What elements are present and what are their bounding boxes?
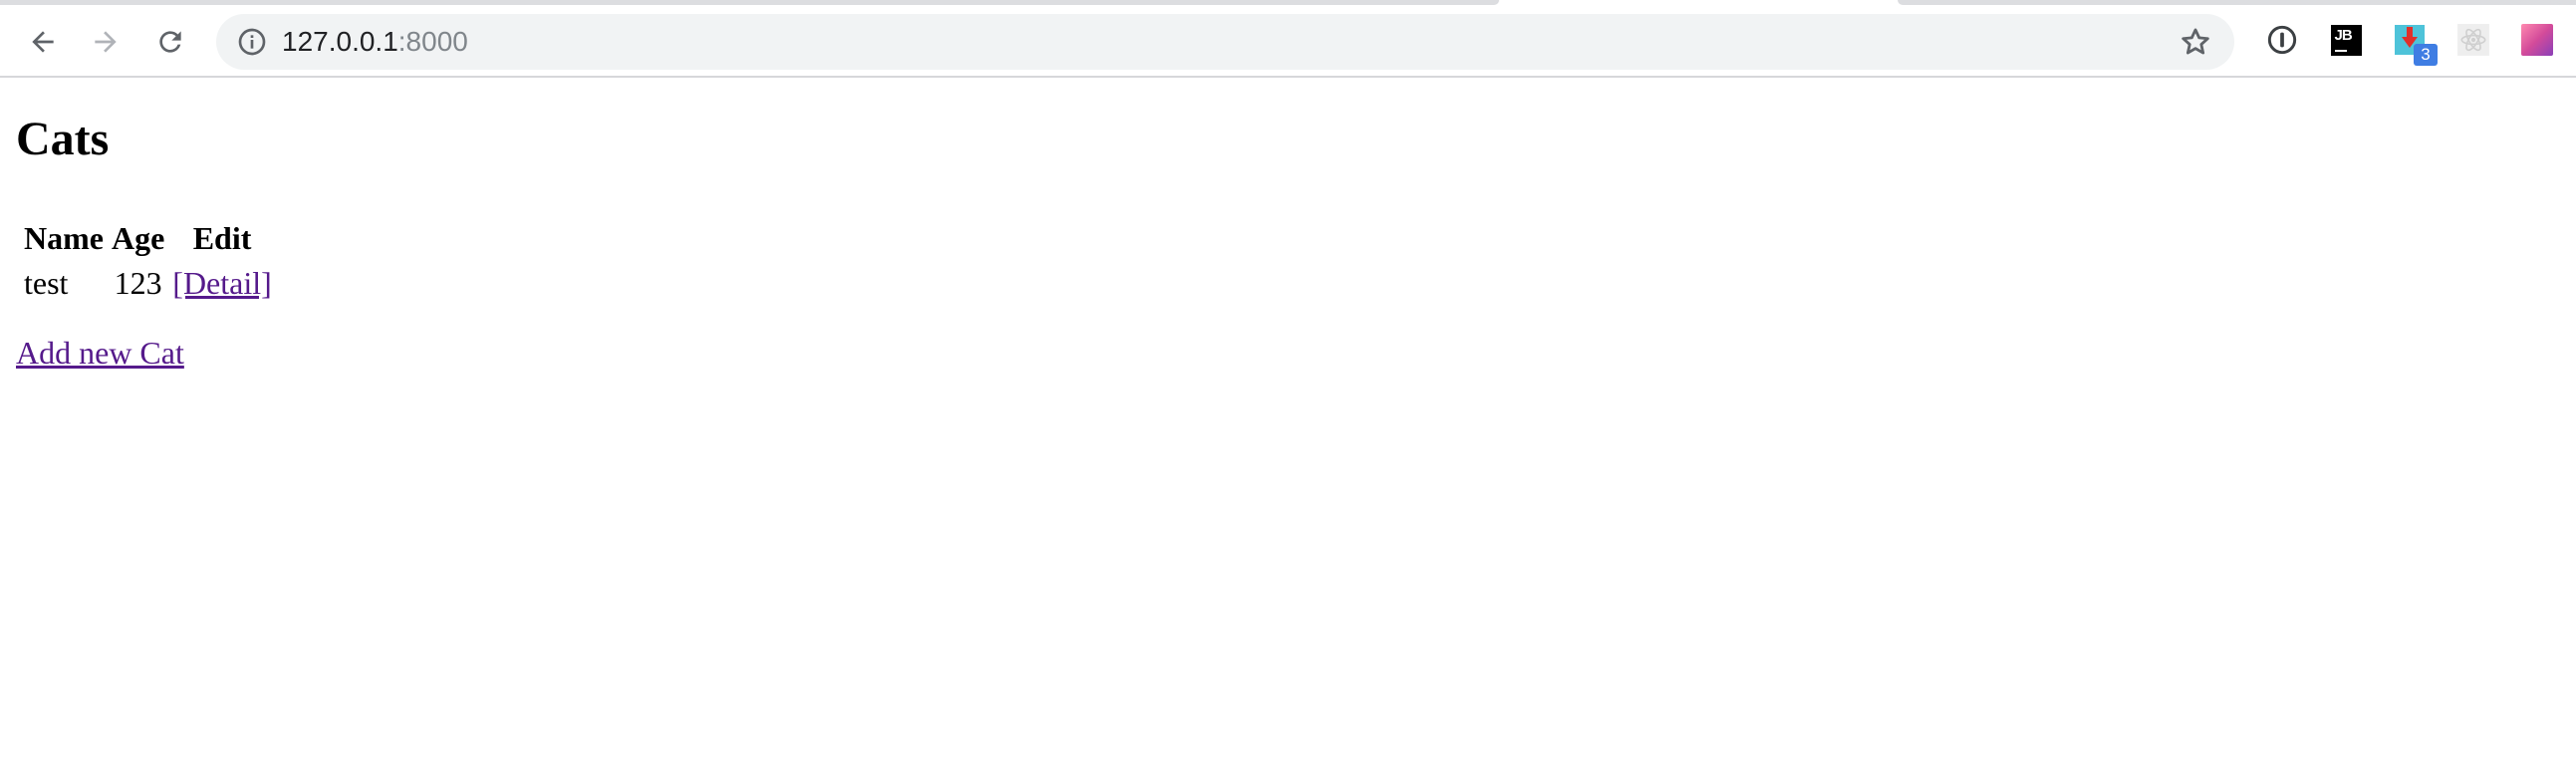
reload-button[interactable] (148, 20, 192, 64)
reload-icon (159, 31, 181, 53)
add-new-cat-link[interactable]: Add new Cat (16, 335, 184, 372)
cat-name-cell: test (24, 265, 69, 301)
cats-table: Name Age Edit test 123 [Detail] (18, 214, 278, 308)
column-header-age: Age (111, 220, 165, 256)
column-header-edit: Edit (192, 220, 252, 256)
back-button[interactable] (21, 20, 65, 64)
url-port: :8000 (397, 26, 468, 57)
arrow-left-icon (32, 31, 54, 53)
gradient-square-icon (2521, 24, 2553, 56)
column-header-name: Name (24, 220, 104, 256)
jetbrains-icon: JB (2330, 24, 2362, 56)
extension-jetbrains[interactable]: JB (2328, 22, 2364, 58)
extension-badge-count: 3 (2414, 44, 2438, 66)
inactive-tab-edge[interactable] (0, 0, 1499, 5)
cat-edit-cell: [Detail] (170, 263, 274, 304)
page-content: Cats Name Age Edit test 123 [Detail] Add… (0, 80, 2576, 769)
table-header-row: Name Age Edit (22, 218, 274, 259)
table-row: test 123 [Detail] (22, 263, 274, 304)
inactive-tab-edge-right[interactable] (1898, 0, 2576, 5)
url-text[interactable]: 127.0.0.1:8000 (282, 14, 468, 70)
browser-toolbar: 127.0.0.1:8000 JB 3 (0, 6, 2576, 78)
forward-button[interactable] (84, 20, 128, 64)
detail-link[interactable]: [Detail] (172, 265, 272, 301)
arrow-right-icon (95, 31, 117, 53)
star-icon[interactable] (2179, 25, 2212, 59)
alert-circle-icon (2267, 25, 2297, 55)
address-bar[interactable]: 127.0.0.1:8000 (216, 14, 2234, 70)
extension-react-devtools[interactable] (2455, 22, 2491, 58)
info-icon[interactable] (236, 26, 268, 58)
extension-gradient[interactable] (2519, 22, 2555, 58)
react-atom-icon (2457, 24, 2489, 56)
url-host: 127.0.0.1 (282, 26, 398, 57)
extension-password-manager[interactable] (2264, 22, 2300, 58)
page-title: Cats (16, 113, 110, 165)
cat-age-cell: 123 (114, 265, 162, 301)
